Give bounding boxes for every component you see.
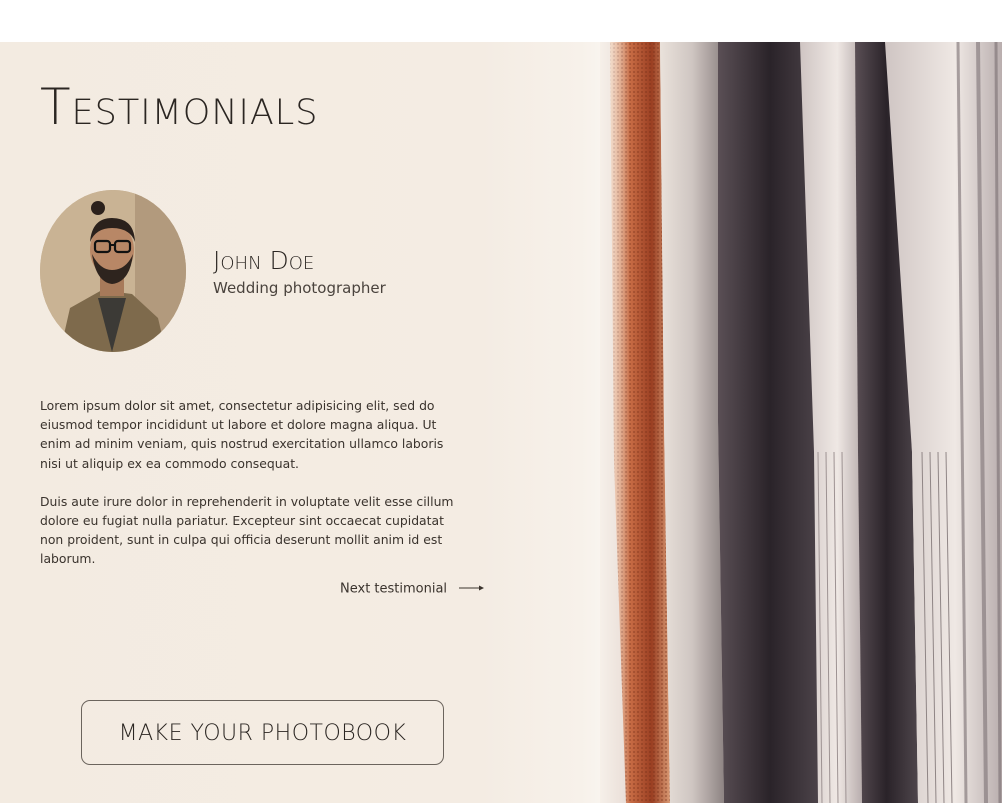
- testimonials-section: Testimonials John Doe Wedding photograph…: [0, 42, 1002, 803]
- author-role: Wedding photographer: [213, 279, 386, 297]
- avatar: [40, 190, 186, 352]
- page: Testimonials John Doe Wedding photograph…: [0, 0, 1002, 803]
- arrow-right-icon: [459, 579, 485, 599]
- testimonial-author: John Doe Wedding photographer: [213, 246, 386, 298]
- page-title: Testimonials: [40, 78, 319, 136]
- next-testimonial-label: Next testimonial: [340, 581, 448, 597]
- photobook-image: [600, 42, 1002, 803]
- next-testimonial-link[interactable]: Next testimonial: [340, 579, 485, 600]
- author-name: John Doe: [213, 246, 315, 275]
- top-bar: [0, 0, 1002, 42]
- testimonial-text: Lorem ipsum dolor sit amet, consectetur …: [40, 396, 460, 588]
- testimonial-paragraph: Lorem ipsum dolor sit amet, consectetur …: [40, 398, 444, 471]
- testimonial-paragraph: Duis aute irure dolor in reprehenderit i…: [40, 493, 454, 567]
- make-photobook-button[interactable]: MAKE YOUR PHOTOBOOK: [81, 700, 444, 765]
